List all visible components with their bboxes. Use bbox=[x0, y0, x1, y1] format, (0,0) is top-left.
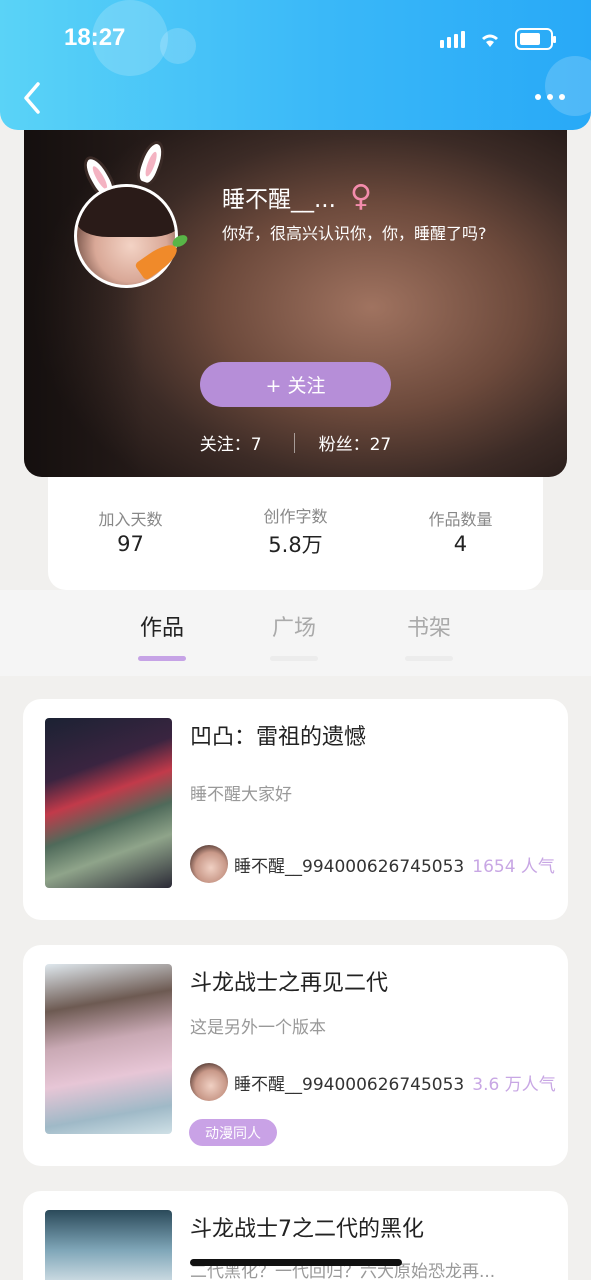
female-icon: ♀ bbox=[349, 179, 372, 214]
top-bar: 18:27 bbox=[0, 0, 591, 130]
profile-header: 睡不醒__... ♀ 你好，很高兴认识你，你，睡醒了吗? + 关注 关注：7 粉… bbox=[24, 100, 567, 477]
fans-count[interactable]: 粉丝：27 bbox=[319, 430, 392, 455]
bio-text: 你好，很高兴认识你，你，睡醒了吗? bbox=[222, 224, 487, 243]
popularity-count: 1654 人气 bbox=[472, 856, 555, 877]
divider bbox=[293, 432, 295, 453]
tab-indicator bbox=[138, 656, 186, 661]
work-cover-image[interactable] bbox=[45, 964, 172, 1134]
follow-stats: 关注：7 粉丝：27 bbox=[24, 430, 567, 455]
username: 睡不醒__... bbox=[222, 187, 336, 213]
tab-indicator bbox=[270, 656, 318, 661]
work-card[interactable]: 凹凸：雷祖的遗憾 睡不醒大家好 睡不醒__994000626745053 165… bbox=[23, 699, 568, 920]
author-avatar[interactable] bbox=[190, 1063, 228, 1101]
author-name: 睡不醒__994000626745053 bbox=[234, 1074, 465, 1095]
work-title[interactable]: 凹凸：雷祖的遗憾 bbox=[190, 719, 366, 751]
battery-icon bbox=[515, 28, 556, 50]
work-cover-image[interactable] bbox=[45, 1210, 172, 1280]
work-title[interactable]: 斗龙战士之再见二代 bbox=[190, 965, 388, 997]
bunny-ear-decoration bbox=[132, 137, 170, 189]
decor-bubble bbox=[545, 56, 591, 116]
stat-words: 创作字数 5.8万 bbox=[263, 506, 328, 557]
work-description: 这是另外一个版本 bbox=[190, 1018, 326, 1038]
following-count[interactable]: 关注：7 bbox=[200, 430, 262, 455]
stat-works: 作品数量 4 bbox=[428, 509, 493, 556]
home-indicator[interactable] bbox=[190, 1259, 402, 1266]
tab-plaza[interactable]: 广场 bbox=[254, 610, 334, 661]
author-avatar[interactable] bbox=[190, 845, 228, 883]
username-row: 睡不醒__... ♀ bbox=[222, 180, 372, 214]
status-time: 18:27 bbox=[64, 24, 126, 51]
stats-card: 加入天数 97 创作字数 5.8万 作品数量 4 bbox=[48, 477, 543, 590]
work-author-row: 睡不醒__994000626745053 3.6 万人气 bbox=[190, 1063, 556, 1101]
work-title[interactable]: 斗龙战士7之二代的黑化 bbox=[190, 1211, 424, 1243]
work-card[interactable]: 斗龙战士之再见二代 这是另外一个版本 睡不醒__994000626745053 … bbox=[23, 945, 568, 1166]
status-icons bbox=[440, 28, 556, 50]
stat-days: 加入天数 97 bbox=[98, 509, 163, 556]
genre-tag[interactable]: 动漫同人 bbox=[189, 1119, 277, 1146]
popularity-count: 3.6 万人气 bbox=[472, 1074, 556, 1095]
work-cover-image[interactable] bbox=[45, 718, 172, 888]
decor-bubble bbox=[160, 28, 196, 64]
author-name: 睡不醒__994000626745053 bbox=[234, 856, 465, 877]
signal-icon bbox=[440, 30, 465, 48]
more-options-icon[interactable] bbox=[535, 94, 565, 100]
tab-works[interactable]: 作品 bbox=[122, 610, 202, 661]
follow-button[interactable]: + 关注 bbox=[200, 362, 391, 407]
tab-bookshelf[interactable]: 书架 bbox=[389, 610, 469, 661]
work-description: 睡不醒大家好 bbox=[190, 785, 292, 805]
work-card[interactable]: 斗龙战士7之二代的黑化 二代黑化？一代回归？六大原始恐龙再... bbox=[23, 1191, 568, 1280]
back-arrow-icon[interactable] bbox=[18, 80, 48, 116]
tab-indicator bbox=[405, 656, 453, 661]
wifi-icon bbox=[482, 34, 498, 47]
work-author-row: 睡不醒__994000626745053 1654 人气 bbox=[190, 845, 555, 883]
avatar[interactable] bbox=[74, 184, 178, 288]
